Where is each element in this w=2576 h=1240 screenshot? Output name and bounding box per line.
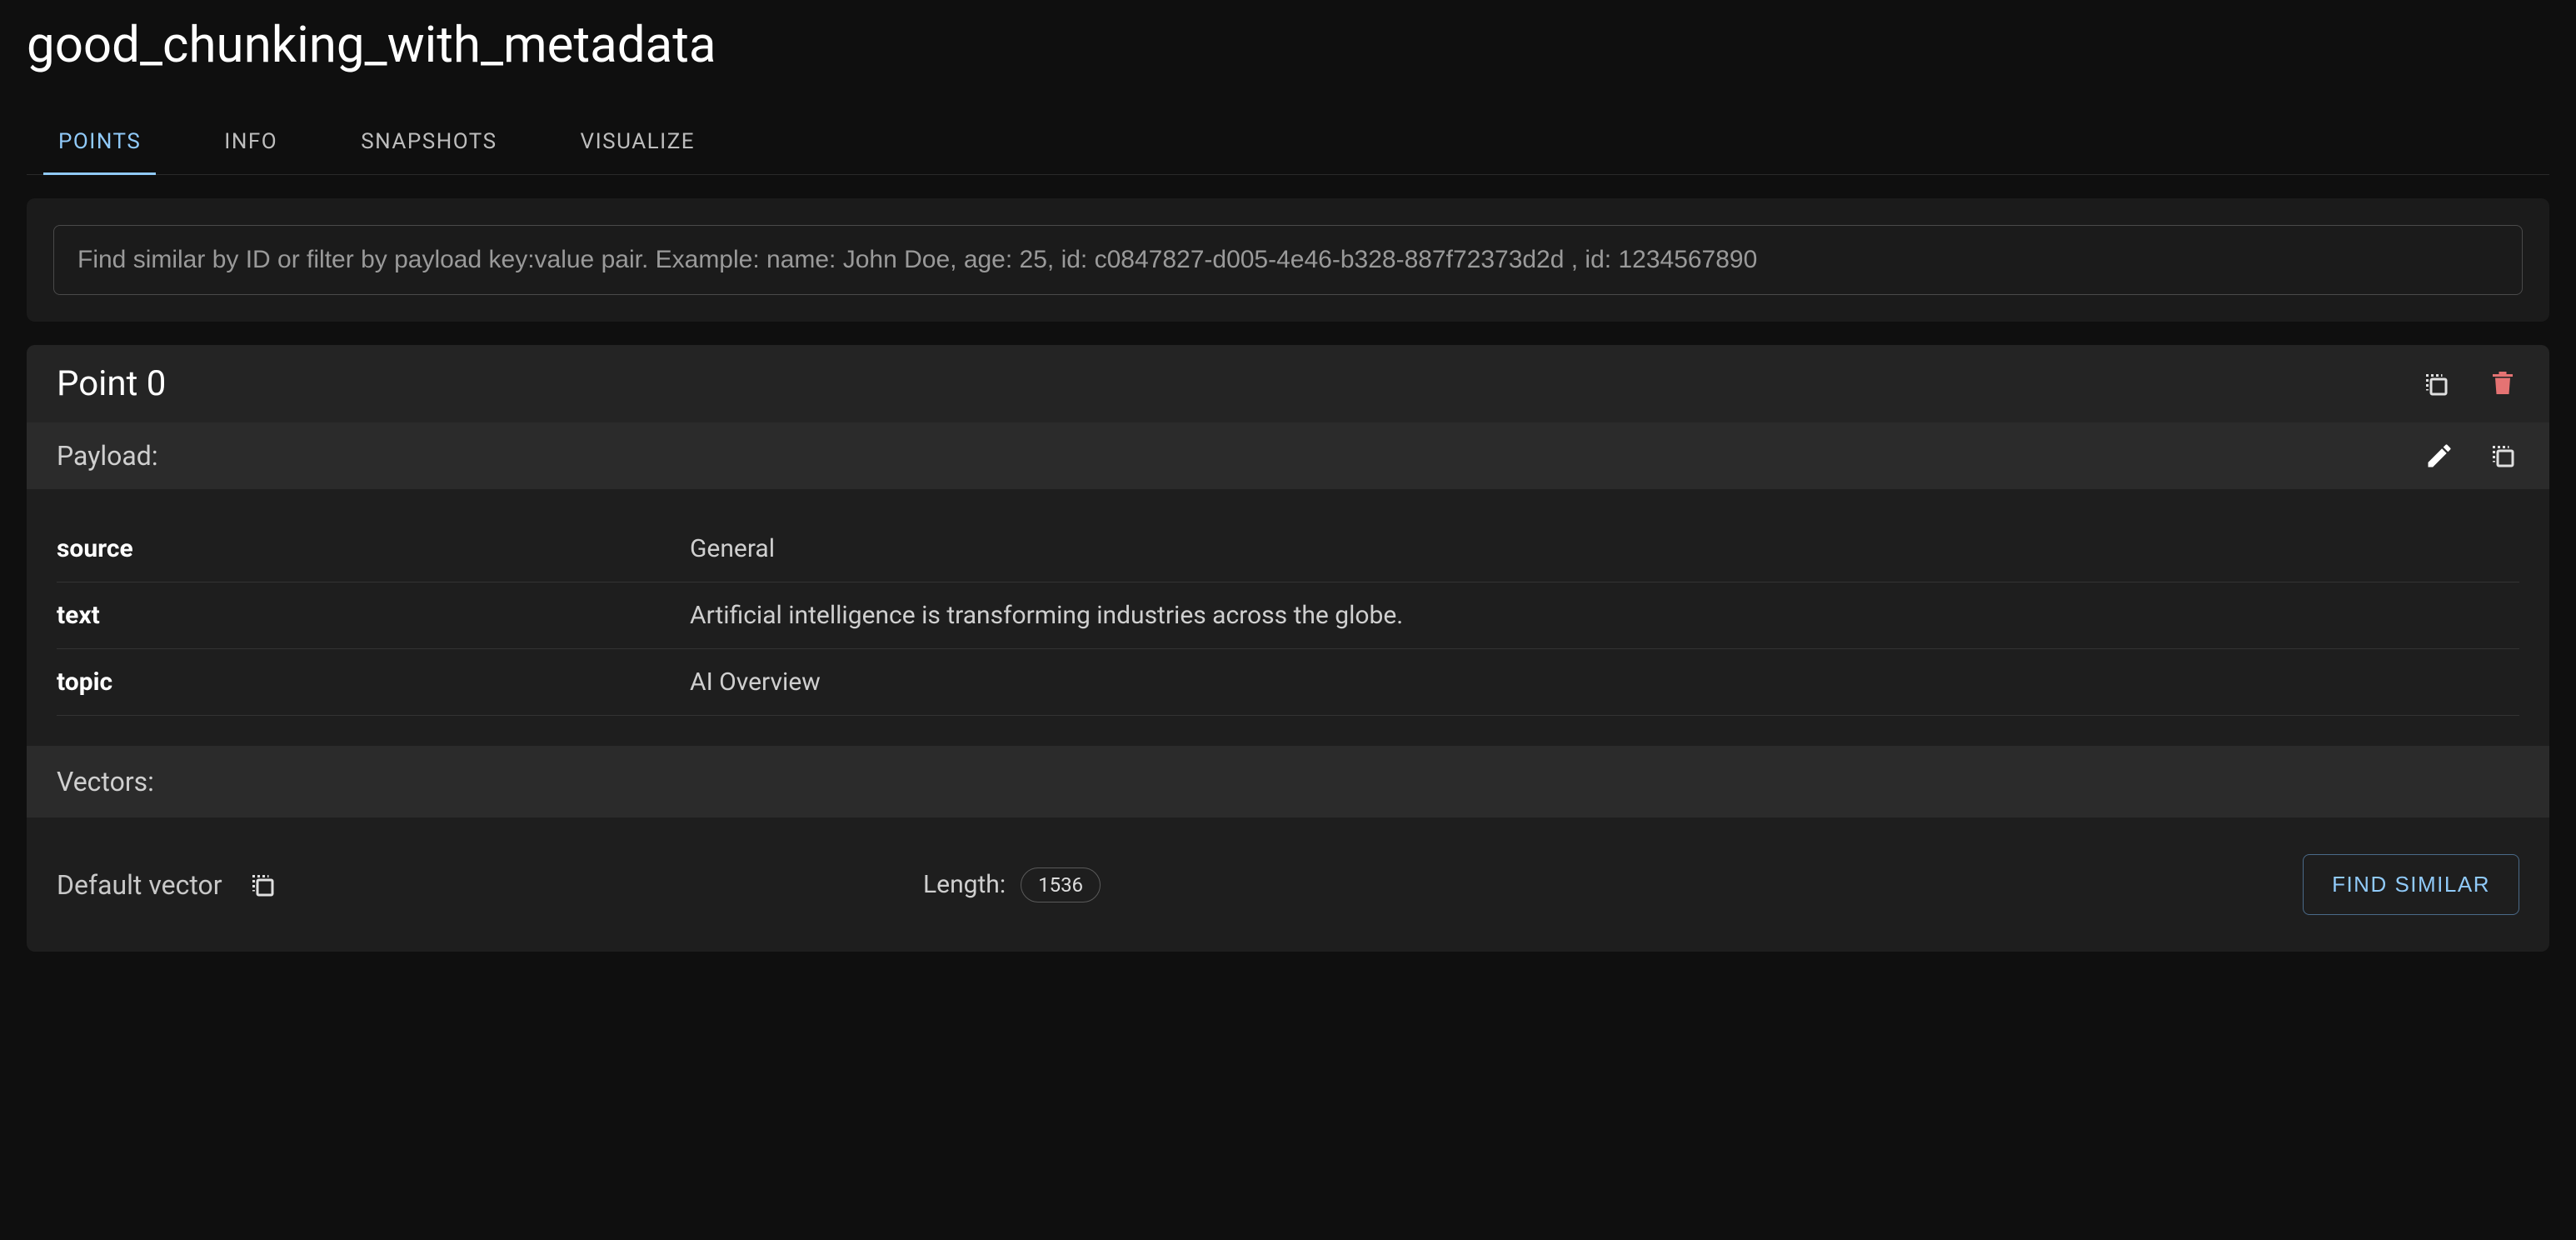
copy-icon[interactable]	[246, 868, 279, 902]
find-similar-button[interactable]: FIND SIMILAR	[2303, 854, 2519, 915]
vectors-label: Vectors:	[57, 766, 2519, 798]
copy-icon[interactable]	[2419, 368, 2453, 401]
vector-left: Default vector	[57, 868, 923, 902]
edit-icon[interactable]	[2423, 439, 2456, 472]
payload-actions	[2423, 439, 2519, 472]
vector-row: Default vector Length: 1536 FIND SIMILAR	[27, 818, 2549, 952]
payload-value: Artificial intelligence is transforming …	[690, 601, 1403, 630]
vector-length-label: Length:	[923, 870, 1006, 899]
vector-name: Default vector	[57, 869, 222, 901]
vector-length: Length: 1536	[923, 868, 1101, 902]
payload-key: topic	[57, 668, 690, 697]
tabs: POINTS INFO SNAPSHOTS VISUALIZE	[27, 114, 2549, 175]
payload-row: text Artificial intelligence is transfor…	[57, 582, 2519, 649]
payload-value: General	[690, 534, 775, 563]
copy-icon[interactable]	[2486, 439, 2519, 472]
tab-info[interactable]: INFO	[209, 114, 292, 175]
search-panel	[27, 198, 2549, 322]
page-title: good_chunking_with_metadata	[27, 15, 2549, 74]
vector-length-chip: 1536	[1021, 868, 1101, 902]
payload-body: source General text Artificial intellige…	[27, 489, 2549, 746]
payload-row: topic AI Overview	[57, 649, 2519, 716]
payload-value: AI Overview	[690, 668, 821, 697]
tab-points[interactable]: POINTS	[43, 114, 156, 175]
vectors-section-bar: Vectors:	[27, 746, 2549, 818]
tab-visualize[interactable]: VISUALIZE	[566, 114, 711, 175]
payload-key: source	[57, 534, 690, 563]
vector-actions: FIND SIMILAR	[2303, 854, 2519, 915]
payload-label: Payload:	[57, 440, 158, 472]
search-input[interactable]	[53, 225, 2523, 295]
tab-snapshots[interactable]: SNAPSHOTS	[346, 114, 512, 175]
point-actions	[2419, 368, 2519, 401]
payload-section-bar: Payload:	[27, 422, 2549, 489]
page: good_chunking_with_metadata POINTS INFO …	[0, 0, 2576, 978]
payload-key: text	[57, 601, 690, 630]
payload-row: source General	[57, 516, 2519, 582]
point-header: Point 0	[27, 345, 2549, 422]
point-card: Point 0 Pay	[27, 345, 2549, 952]
delete-icon[interactable]	[2486, 368, 2519, 401]
point-title: Point 0	[57, 363, 166, 404]
